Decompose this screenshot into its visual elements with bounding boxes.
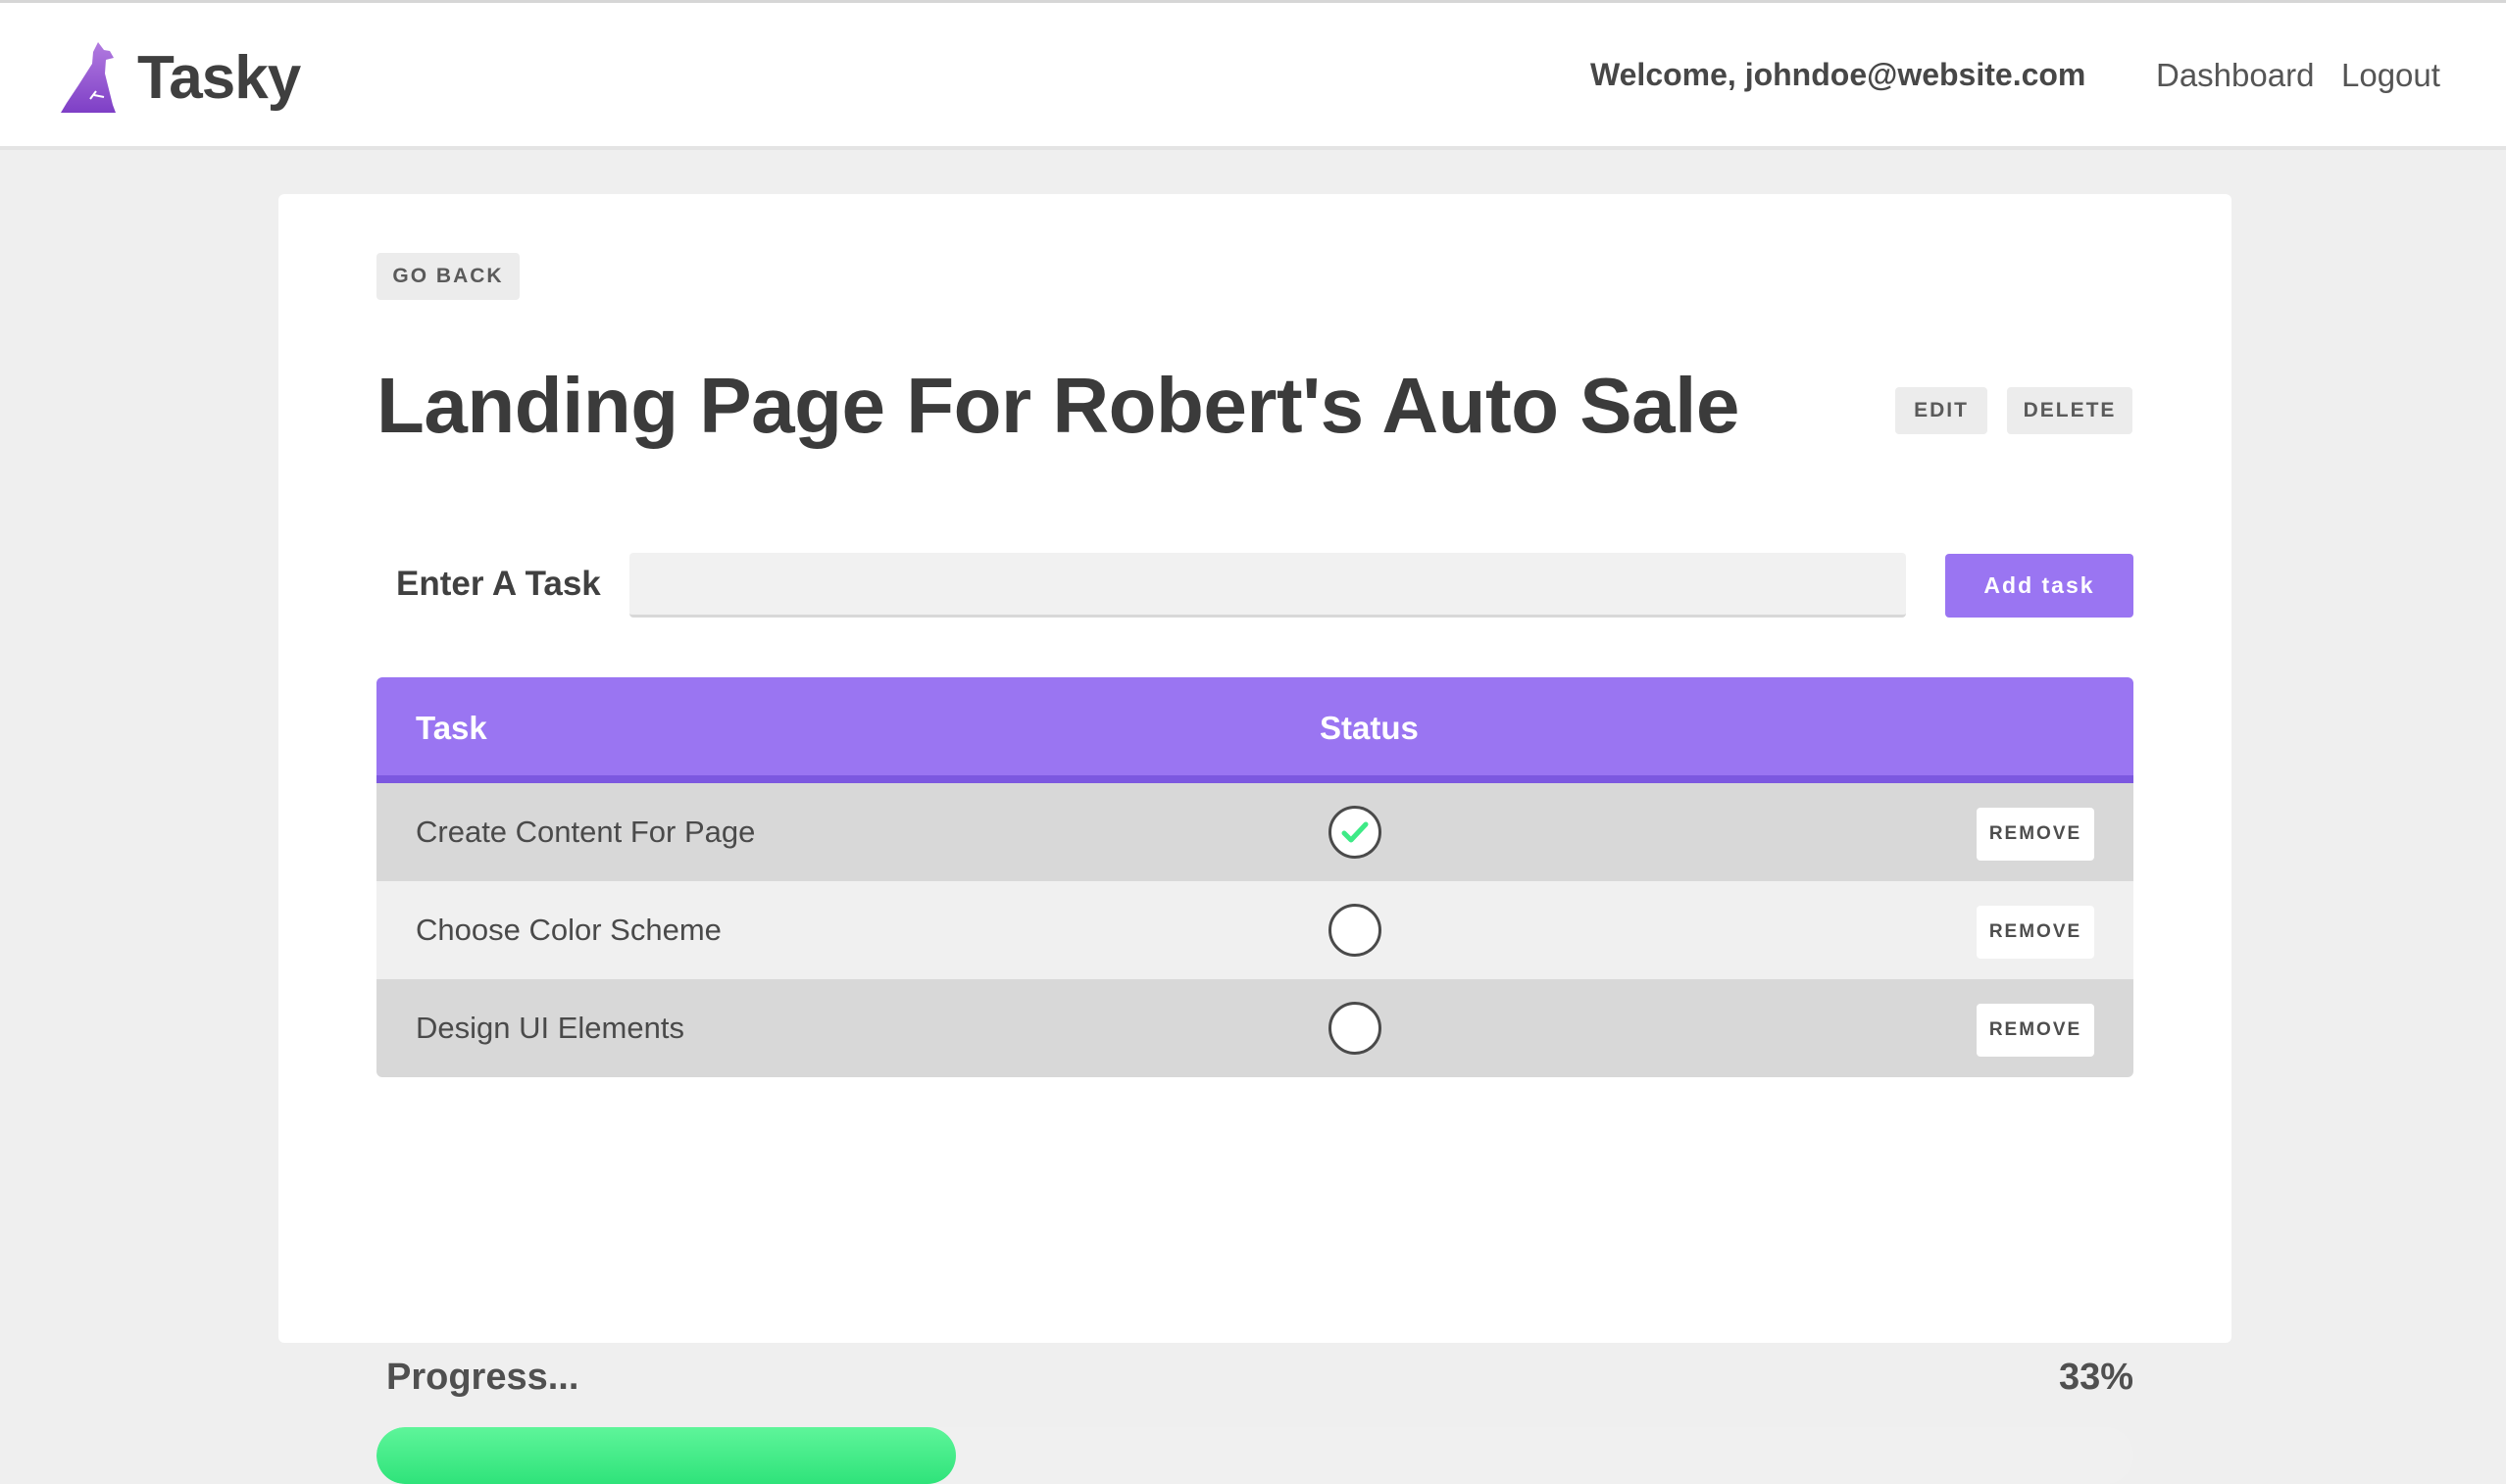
task-input-label: Enter A Task xyxy=(396,565,601,603)
status-toggle[interactable] xyxy=(1328,904,1381,957)
task-name: Create Content For Page xyxy=(416,815,756,849)
nav-dashboard-link[interactable]: Dashboard xyxy=(2156,57,2314,94)
project-card: GO BACK Landing Page For Robert's Auto S… xyxy=(278,194,2231,1484)
brand-name: Tasky xyxy=(137,43,301,112)
column-header-status: Status xyxy=(1320,710,1419,746)
top-navbar: Tasky Welcome, johndoe@website.com Dashb… xyxy=(0,3,2506,150)
edit-button[interactable]: EDIT xyxy=(1895,387,1987,434)
brand[interactable]: Tasky xyxy=(59,38,301,117)
table-header: Task Status xyxy=(376,677,2133,783)
remove-button[interactable]: REMOVE xyxy=(1977,808,2094,861)
status-toggle[interactable] xyxy=(1328,1002,1381,1055)
task-name: Choose Color Scheme xyxy=(416,913,722,947)
table-row: Design UI Elements REMOVE xyxy=(376,979,2133,1077)
progress-bar xyxy=(376,1427,2133,1484)
check-icon xyxy=(1341,821,1369,843)
status-toggle[interactable] xyxy=(1328,806,1381,859)
nav-logout-link[interactable]: Logout xyxy=(2341,57,2440,94)
dog-logo-icon xyxy=(61,42,116,113)
go-back-button[interactable]: GO BACK xyxy=(376,253,520,300)
remove-button[interactable]: REMOVE xyxy=(1977,1004,2094,1057)
task-input[interactable] xyxy=(629,553,1906,618)
task-table: Task Status Create Content For Page REMO… xyxy=(376,677,2133,1077)
progress-label: Progress... xyxy=(386,1357,579,1398)
progress-percent: 33% xyxy=(2058,1357,2133,1398)
page-title: Landing Page For Robert's Auto Sale xyxy=(376,362,1739,449)
column-header-task: Task xyxy=(416,710,487,746)
table-row: Create Content For Page REMOVE xyxy=(376,783,2133,881)
progress-bar-fill xyxy=(376,1427,957,1484)
task-name: Design UI Elements xyxy=(416,1011,684,1045)
welcome-message: Welcome, johndoe@website.com xyxy=(1590,57,2086,92)
remove-button[interactable]: REMOVE xyxy=(1977,906,2094,959)
add-task-button[interactable]: Add task xyxy=(1945,554,2133,618)
delete-button[interactable]: DELETE xyxy=(2007,387,2132,434)
table-row: Choose Color Scheme REMOVE xyxy=(376,881,2133,979)
